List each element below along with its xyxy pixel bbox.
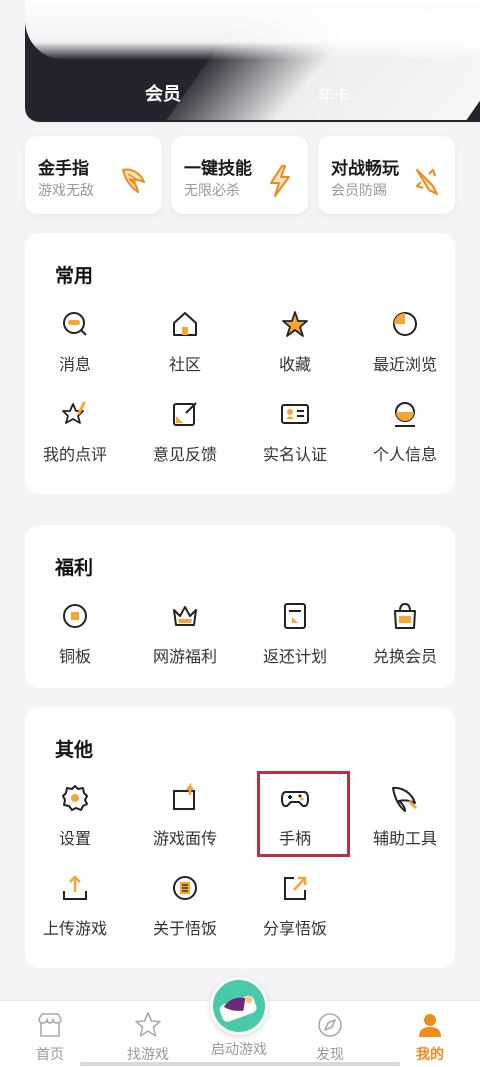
vip-bag-icon (394, 602, 416, 629)
share-icon (284, 876, 307, 900)
id-card-icon (281, 404, 309, 424)
grid-item-recent[interactable]: 最近浏览 (350, 309, 460, 375)
gear-icon (62, 785, 88, 811)
feature-subtitle: 无限必杀 (184, 183, 240, 199)
grid-item-label: 铜板 (58, 647, 91, 666)
nav-label: 我的 (416, 1047, 444, 1063)
grid-item-label: 游戏面传 (152, 829, 217, 848)
wing-tool-icon (392, 786, 418, 812)
grid-item-label: 辅助工具 (372, 829, 437, 848)
grid-item-message[interactable]: 消息 (20, 309, 130, 375)
common-panel: 常用 消息 社区 收藏 最近浏览 我的点评 意见反馈 实名认证 个人信息 (25, 233, 455, 494)
nav-label: 启动游戏 (211, 1042, 267, 1058)
grid-item-about[interactable]: 关于悟饭 (130, 873, 240, 939)
feature-subtitle: 游戏无敌 (38, 183, 94, 199)
grid-item-label: 消息 (58, 355, 91, 374)
grid-item-label: 关于悟饭 (152, 919, 217, 938)
grid-item-label: 网游福利 (152, 647, 217, 666)
grid-item-community[interactable]: 社区 (130, 309, 240, 375)
feature-battle[interactable]: 对战畅玩 会员防踢 (318, 136, 455, 214)
launch-game-icon (219, 995, 257, 1022)
grid-item-label: 最近浏览 (372, 355, 437, 374)
clock-pie-icon (393, 312, 417, 336)
grid-item-label: 社区 (168, 355, 201, 374)
bookmark-star-icon (282, 311, 308, 337)
grid-item-game-transfer[interactable]: 游戏面传 (130, 783, 240, 849)
grid-item-label: 返还计划 (262, 647, 327, 666)
upload-icon (63, 875, 87, 900)
home-indicator (80, 1062, 400, 1066)
grid-item-redeem-vip[interactable]: 兑换会员 (350, 601, 460, 667)
coin-icon (63, 604, 87, 628)
grid-item-label: 分享悟饭 (262, 919, 327, 938)
refund-icon (284, 603, 306, 629)
grid-item-feedback[interactable]: 意见反馈 (130, 399, 240, 465)
nav-label: 首页 (36, 1047, 64, 1063)
member-banner[interactable]: 会员 年卡 (25, 0, 480, 122)
grid-item-real-name[interactable]: 实名认证 (240, 399, 350, 465)
grid-item-favorites[interactable]: 收藏 (240, 309, 350, 375)
launch-game-button[interactable] (210, 977, 268, 1035)
feature-subtitle: 会员防踢 (331, 183, 387, 199)
lightning-icon (270, 165, 290, 197)
welfare-panel: 福利 铜板 网游福利 返还计划 兑换会员 (25, 525, 455, 688)
nav-label: 找游戏 (127, 1047, 169, 1063)
feature-gold-finger[interactable]: 金手指 游戏无敌 (25, 136, 162, 214)
grid-item-label: 设置 (58, 829, 91, 848)
wings-icon (122, 168, 145, 193)
others-panel: 其他 设置 游戏面传 手柄 辅助工具 上传游戏 关于悟饭 分享悟饭 (25, 707, 455, 968)
nav-discover[interactable]: 发现 (290, 1011, 370, 1064)
grid-item-my-reviews[interactable]: 我的点评 (20, 399, 130, 465)
feedback-icon (173, 402, 197, 426)
grid-item-assist-tools[interactable]: 辅助工具 (350, 783, 460, 849)
grid-item-settings[interactable]: 设置 (20, 783, 130, 849)
member-title: 会员 (145, 84, 181, 105)
user-info-icon (395, 402, 415, 427)
person-icon (419, 1014, 441, 1037)
grid-item-coins[interactable]: 铜板 (20, 601, 130, 667)
feature-title: 金手指 (38, 159, 89, 179)
grid-item-label: 我的点评 (42, 445, 107, 464)
about-icon (173, 876, 197, 900)
section-title: 常用 (55, 265, 94, 287)
grid-item-label: 意见反馈 (152, 445, 217, 464)
grid-item-label: 收藏 (278, 355, 311, 374)
section-title: 其他 (55, 739, 94, 761)
nav-home[interactable]: 首页 (10, 1011, 90, 1064)
message-icon (63, 312, 87, 336)
grid-item-refund-plan[interactable]: 返还计划 (240, 601, 350, 667)
feature-title: 对战畅玩 (331, 159, 399, 179)
grid-item-share[interactable]: 分享悟饭 (240, 873, 350, 939)
grid-item-label: 兑换会员 (372, 647, 437, 666)
nav-launch-game[interactable]: 启动游戏 (199, 1034, 279, 1059)
grid-item-personal-info[interactable]: 个人信息 (350, 399, 460, 465)
home-icon (173, 312, 197, 336)
feature-one-key-skill[interactable]: 一键技能 无限必杀 (171, 136, 308, 214)
grid-item-upload-game[interactable]: 上传游戏 (20, 873, 130, 939)
highlight-box (257, 771, 350, 857)
crown-icon (173, 606, 197, 626)
nav-find-games[interactable]: 找游戏 (108, 1011, 188, 1064)
star-review-icon (62, 401, 86, 424)
grid-item-online-welfare[interactable]: 网游福利 (130, 601, 240, 667)
feature-title: 一键技能 (184, 159, 252, 179)
transfer-icon (173, 783, 195, 810)
star-outline-icon (135, 1012, 161, 1037)
rocket-icon (416, 169, 438, 195)
nav-mine[interactable]: 我的 (390, 1011, 470, 1064)
section-title: 福利 (55, 557, 94, 579)
grid-item-label: 个人信息 (372, 445, 437, 464)
feature-row: 金手指 游戏无敌 一键技能 无限必杀 对战畅玩 会员防踢 (25, 136, 465, 216)
compass-icon (318, 1013, 342, 1037)
store-icon (38, 1013, 62, 1037)
nav-label: 发现 (316, 1047, 344, 1063)
grid-item-label: 上传游戏 (42, 919, 107, 938)
grid-item-label: 实名认证 (262, 445, 327, 464)
